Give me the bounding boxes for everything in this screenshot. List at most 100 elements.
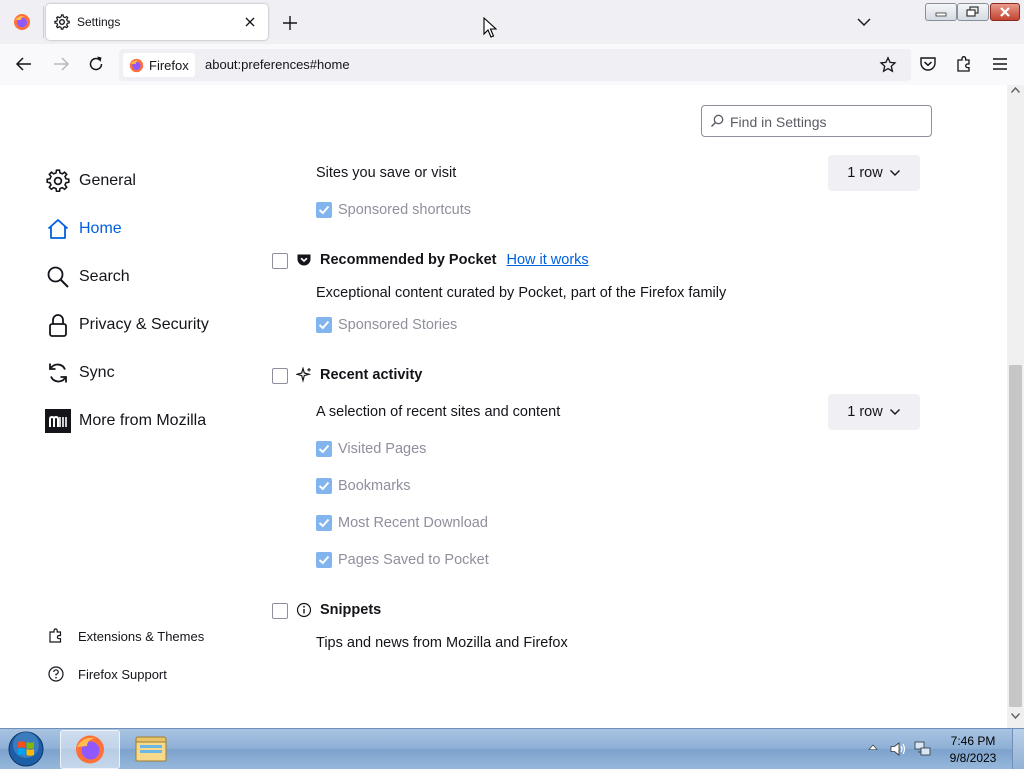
show-desktop-button[interactable] <box>1012 729 1024 769</box>
close-window-button[interactable] <box>990 3 1020 21</box>
show-hidden-icons-icon[interactable] <box>868 743 878 751</box>
bookmark-star-icon[interactable] <box>879 56 897 74</box>
windows-taskbar: 7:46 PM 9/8/2023 <box>0 728 1024 769</box>
restore-button[interactable] <box>957 3 989 21</box>
category-label: Privacy & Security <box>79 316 209 333</box>
tab-settings[interactable]: Settings <box>46 4 268 40</box>
footer-label: Extensions & Themes <box>78 628 205 644</box>
scroll-down-arrow-icon[interactable] <box>1011 713 1020 719</box>
recent-activity-checkbox[interactable] <box>272 368 288 384</box>
sponsored-stories-label: Sponsored Stories <box>338 317 458 333</box>
scroll-up-arrow-icon[interactable] <box>1011 87 1020 93</box>
search-input[interactable] <box>728 112 928 132</box>
bookmarks-label: Bookmarks <box>338 478 411 494</box>
pocket-header: Recommended by Pocket How it works <box>296 252 589 268</box>
category-more-from-mozilla[interactable]: More from Mozilla <box>45 405 206 437</box>
category-general[interactable]: General <box>45 165 136 197</box>
folder-icon <box>135 736 167 762</box>
pocket-description: Exceptional content curated by Pocket, p… <box>316 285 727 301</box>
search-icon <box>45 264 71 290</box>
category-home[interactable]: Home <box>45 213 122 245</box>
new-tab-icon[interactable] <box>280 13 300 33</box>
most-recent-download-label: Most Recent Download <box>338 515 488 531</box>
lock-icon <box>45 312 71 338</box>
chevron-down-icon <box>889 409 900 415</box>
sparkle-icon <box>296 367 312 383</box>
firefox-support-link[interactable]: Firefox Support <box>46 664 167 684</box>
category-sync[interactable]: Sync <box>45 357 115 389</box>
clock-time[interactable]: 7:46 PM <box>940 734 1006 748</box>
snippets-title: Snippets <box>320 602 382 618</box>
pocket-icon[interactable] <box>918 54 938 74</box>
sync-icon <box>45 360 71 386</box>
sponsored-stories-checkbox[interactable] <box>316 317 332 333</box>
pocket-icon <box>297 254 311 266</box>
snippets-checkbox[interactable] <box>272 603 288 619</box>
tab-separator <box>43 6 44 38</box>
pocket-checkbox[interactable] <box>272 253 288 269</box>
select-value: 1 row <box>847 165 883 181</box>
sponsored-shortcuts-checkbox[interactable] <box>316 202 332 218</box>
gear-icon <box>45 168 71 194</box>
shortcuts-description: Sites you save or visit <box>316 165 457 181</box>
chevron-down-icon[interactable] <box>855 13 873 31</box>
recent-activity-header: Recent activity <box>296 367 422 383</box>
info-icon <box>296 602 312 618</box>
forward-arrow-icon[interactable] <box>51 54 71 74</box>
recent-activity-description: A selection of recent sites and content <box>316 404 561 420</box>
category-search[interactable]: Search <box>45 261 130 293</box>
footer-label: Firefox Support <box>78 666 167 682</box>
pages-saved-to-pocket-checkbox[interactable] <box>316 552 332 568</box>
scrollbar-thumb[interactable] <box>1009 365 1022 707</box>
close-icon[interactable] <box>242 14 258 30</box>
identity-label: Firefox <box>149 58 189 73</box>
how-it-works-link[interactable]: How it works <box>506 252 588 268</box>
navigation-toolbar: Firefox about:preferences#home <box>0 44 1024 86</box>
reload-icon[interactable] <box>86 54 106 74</box>
url-bar[interactable]: Firefox about:preferences#home <box>119 49 911 81</box>
visited-pages-checkbox[interactable] <box>316 441 332 457</box>
chevron-down-icon <box>889 170 900 176</box>
pocket-title: Recommended by Pocket <box>320 252 497 268</box>
snippets-header: Snippets <box>296 602 381 618</box>
category-privacy-security[interactable]: Privacy & Security <box>45 309 209 341</box>
minimize-icon <box>935 12 947 17</box>
most-recent-download-checkbox[interactable] <box>316 515 332 531</box>
category-label: General <box>79 172 136 189</box>
category-label: More from Mozilla <box>79 412 207 429</box>
taskbar-firefox[interactable] <box>60 730 120 769</box>
category-label: Home <box>79 220 122 237</box>
hamburger-menu-icon[interactable] <box>990 54 1010 74</box>
restore-icon <box>966 6 979 17</box>
find-in-settings-box[interactable] <box>701 105 932 137</box>
puzzle-icon <box>46 626 66 646</box>
extensions-themes-link[interactable]: Extensions & Themes <box>46 626 204 646</box>
category-label: Search <box>79 268 130 285</box>
sponsored-shortcuts-label: Sponsored shortcuts <box>338 202 471 218</box>
url-text[interactable]: about:preferences#home <box>205 57 350 72</box>
minimize-button[interactable] <box>925 3 957 21</box>
back-arrow-icon[interactable] <box>14 54 34 74</box>
network-icon[interactable] <box>913 740 933 758</box>
tab-strip: Settings <box>0 0 1024 44</box>
identity-box[interactable]: Firefox <box>123 53 195 77</box>
extensions-puzzle-icon[interactable] <box>954 54 974 74</box>
clock-date[interactable]: 9/8/2023 <box>940 751 1006 765</box>
category-label: Sync <box>79 364 115 381</box>
firefox-logo-icon <box>129 58 144 73</box>
taskbar-file-explorer[interactable] <box>122 730 180 767</box>
firefox-view-button[interactable] <box>0 0 44 44</box>
mozilla-icon <box>45 408 71 434</box>
volume-icon[interactable] <box>889 740 907 758</box>
vertical-scrollbar[interactable] <box>1007 85 1024 728</box>
recent-activity-rows-select[interactable]: 1 row <box>828 394 920 430</box>
checkmark-icon <box>318 444 330 454</box>
tab-title: Settings <box>77 15 121 29</box>
bookmarks-checkbox[interactable] <box>316 478 332 494</box>
start-button[interactable] <box>4 730 48 768</box>
firefox-logo-icon <box>14 14 30 30</box>
checkmark-icon <box>318 518 330 528</box>
help-icon <box>46 664 66 684</box>
visited-pages-label: Visited Pages <box>338 441 427 457</box>
shortcuts-rows-select[interactable]: 1 row <box>828 155 920 191</box>
